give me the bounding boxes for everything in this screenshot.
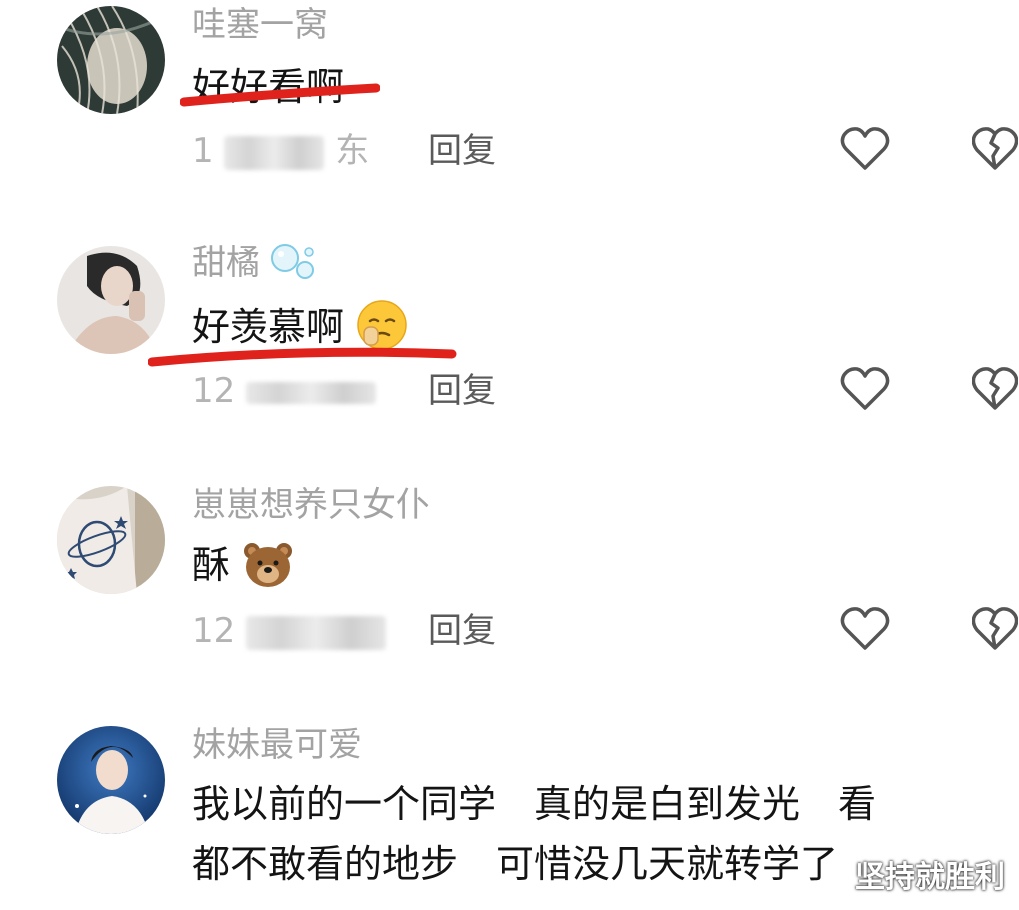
- comment-meta: 1 东: [192, 134, 369, 170]
- avatar[interactable]: [57, 6, 165, 114]
- heart-icon[interactable]: [840, 606, 890, 652]
- username[interactable]: 甜橘: [192, 243, 317, 283]
- blurred-region: [246, 381, 377, 404]
- heart-icon[interactable]: [840, 126, 890, 172]
- red-underline: [180, 83, 380, 107]
- blurred-region: [246, 615, 387, 650]
- comment-text: 酥: [192, 542, 294, 589]
- reply-button[interactable]: 回复: [428, 614, 496, 648]
- avatar[interactable]: [57, 726, 165, 834]
- username-text: 甜橘: [192, 243, 260, 283]
- avatar-man-icon: [57, 726, 165, 834]
- timestamp: 12: [192, 611, 236, 651]
- broken-heart-icon[interactable]: [972, 126, 1018, 172]
- username[interactable]: 妹妹最可爱: [192, 728, 362, 762]
- comment-meta: 12: [192, 371, 377, 411]
- bubbles-icon: [270, 243, 314, 279]
- username[interactable]: 崽崽想养只女仆: [192, 488, 430, 522]
- bear-emoji-icon: [244, 542, 293, 587]
- comment-text-line: 我以前的一个同学 真的是白到发光 看: [192, 782, 877, 826]
- avatar[interactable]: [57, 486, 165, 594]
- timestamp: 12: [192, 371, 236, 411]
- reply-button[interactable]: 回复: [428, 134, 496, 168]
- watermark: 坚持就胜利: [855, 860, 1005, 895]
- username[interactable]: 哇塞一窝: [192, 8, 328, 42]
- broken-heart-icon[interactable]: [972, 366, 1018, 412]
- avatar-woman-icon: [57, 246, 165, 354]
- blurred-region: [224, 135, 325, 170]
- avatar-tattoo-icon: [57, 486, 165, 594]
- red-underline: [148, 347, 457, 367]
- reply-button[interactable]: 回复: [428, 374, 496, 408]
- avatar[interactable]: [57, 246, 165, 354]
- comment-text-content: 酥: [192, 543, 231, 587]
- location: 东: [335, 131, 370, 171]
- comment-meta: 12: [192, 611, 387, 651]
- avatar-woman-hair-icon: [57, 6, 165, 114]
- timestamp: 1: [192, 131, 214, 171]
- broken-heart-icon[interactable]: [972, 606, 1018, 652]
- heart-icon[interactable]: [840, 366, 890, 412]
